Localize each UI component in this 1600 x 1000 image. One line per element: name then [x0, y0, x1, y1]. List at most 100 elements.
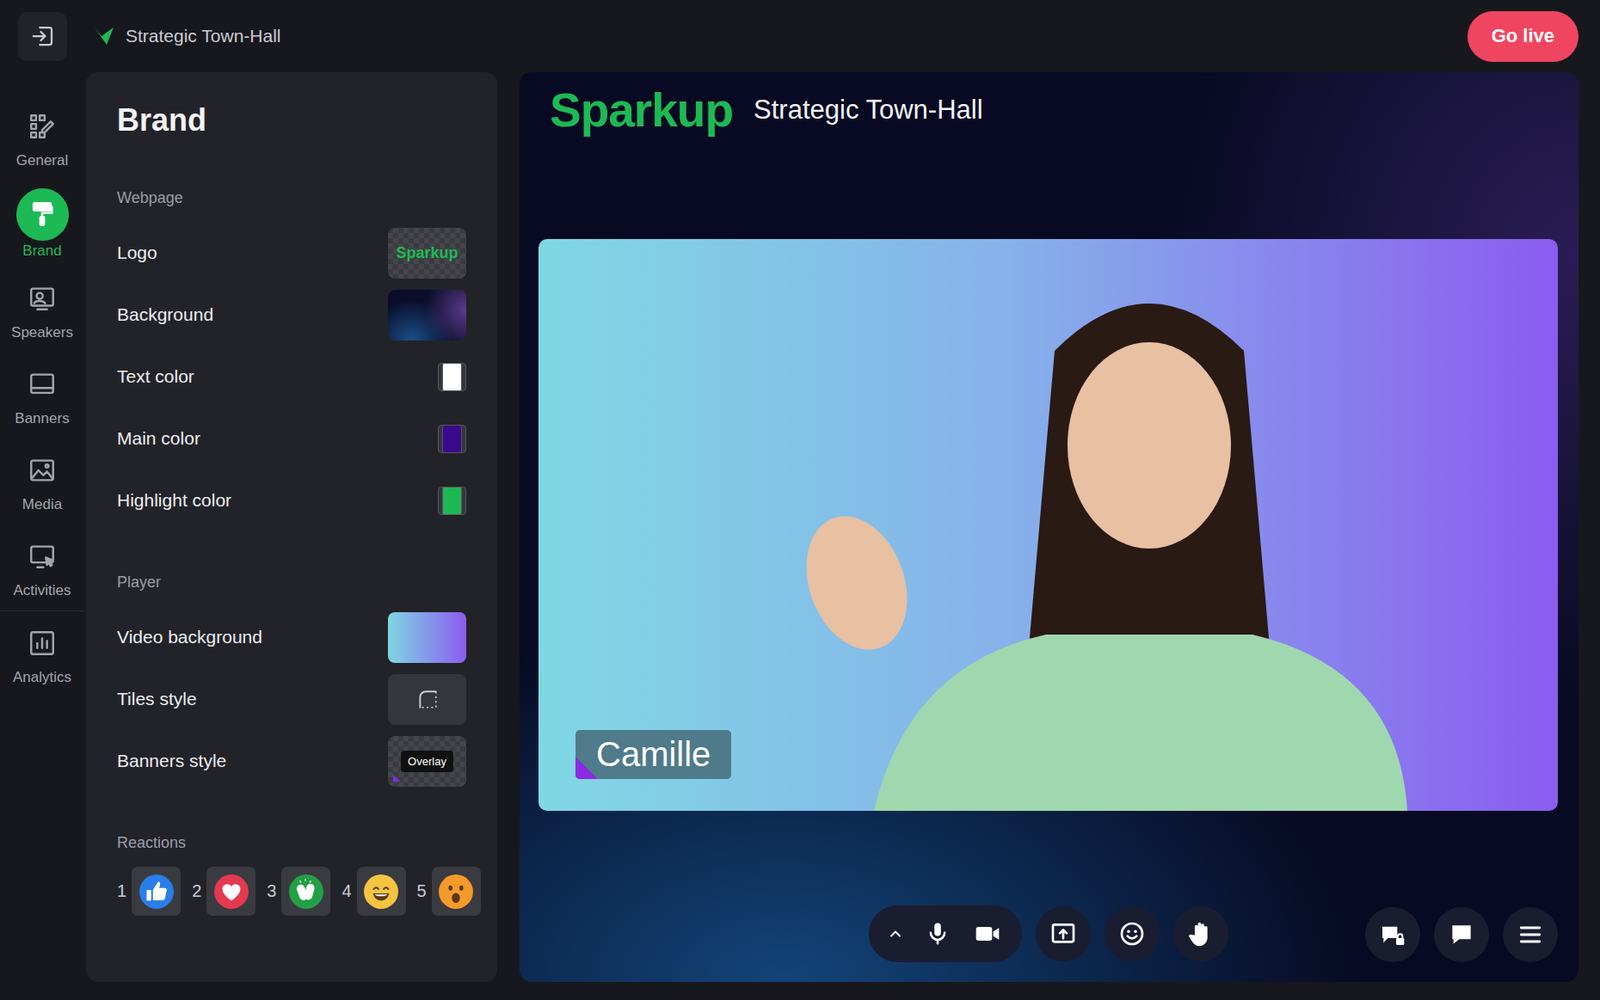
- reaction-tile[interactable]: [356, 867, 407, 917]
- brand-icon: [27, 199, 57, 229]
- go-live-button[interactable]: Go live: [1467, 11, 1579, 62]
- sidebar-item[interactable]: Media: [0, 438, 85, 525]
- setting-swatch[interactable]: Overlay: [387, 736, 467, 788]
- panel-title: Brand: [116, 101, 467, 139]
- menu-button[interactable]: [1502, 907, 1558, 963]
- reaction-tile[interactable]: [131, 867, 181, 917]
- speakers-icon: [27, 283, 57, 314]
- exit-icon: [30, 23, 56, 50]
- video-background-preview: [387, 612, 467, 664]
- reaction-item: 3: [266, 867, 331, 917]
- wow-icon: [437, 873, 474, 911]
- reaction-tile[interactable]: [281, 867, 331, 917]
- sidebar-item-label: Brand: [22, 242, 62, 260]
- sidebar-item-icon-wrap: [16, 535, 69, 578]
- sidebar-item-icon-wrap: [16, 277, 69, 320]
- settings-section: WebpageLogoSparkupBackgroundText colorMa…: [116, 188, 467, 532]
- brand-panel: BrandWebpageLogoSparkupBackgroundText co…: [86, 72, 498, 983]
- color-chip: [442, 486, 462, 516]
- setting-swatch[interactable]: [437, 424, 467, 454]
- setting-swatch[interactable]: [387, 612, 467, 664]
- setting-label: Text color: [116, 366, 195, 388]
- menu-icon: [1516, 921, 1545, 949]
- setting-label: Highlight color: [116, 490, 232, 511]
- reaction-tile[interactable]: [206, 867, 256, 917]
- exit-button[interactable]: [18, 12, 68, 62]
- video-tile: Camille: [538, 239, 1558, 812]
- camera-button[interactable]: [965, 911, 1010, 957]
- stage-title: Strategic Town-Hall: [753, 94, 983, 126]
- reactions-list: 12345: [116, 867, 467, 917]
- banners-icon: [27, 369, 57, 400]
- reaction-item: 4: [341, 867, 406, 917]
- private-chat-button[interactable]: [1365, 907, 1421, 963]
- sidebar-item[interactable]: Brand: [0, 180, 85, 267]
- setting-label: Logo: [116, 242, 158, 264]
- hand-icon: [1186, 919, 1216, 949]
- setting-label: Banners style: [116, 750, 227, 772]
- setting-row: Banners style Overlay: [116, 730, 467, 793]
- reaction-number: 4: [341, 881, 351, 902]
- stage-header: SparkupStrategic Town-Hall: [538, 84, 1558, 136]
- section-label: Reactions: [116, 833, 467, 853]
- sidebar-item-label: Speakers: [11, 324, 74, 342]
- control-center-group: [868, 905, 1229, 963]
- chevron-up-icon: [886, 925, 905, 943]
- setting-label: Main color: [116, 428, 201, 450]
- reaction-item: 5: [417, 867, 481, 917]
- setting-label: Video background: [116, 627, 263, 648]
- sidebar-item-icon-wrap: [16, 622, 69, 665]
- sidebar-item-icon-wrap: [16, 188, 69, 241]
- smiley-icon: [1118, 920, 1146, 948]
- chat-button[interactable]: [1433, 907, 1490, 963]
- speaker-name-tag: Camille: [575, 730, 732, 780]
- setting-label: Tiles style: [116, 689, 197, 710]
- microphone-icon: [924, 921, 951, 948]
- sidebar-item-icon-wrap: [16, 105, 69, 148]
- reaction-number: 1: [116, 881, 127, 902]
- reaction-tile[interactable]: [431, 867, 481, 917]
- sidebar-item[interactable]: Banners: [0, 352, 85, 439]
- sidebar-item[interactable]: General: [0, 94, 85, 181]
- reaction-item: 1: [116, 867, 181, 917]
- window-title: Strategic Town-Hall: [125, 25, 282, 47]
- setting-swatch[interactable]: [437, 363, 467, 392]
- sidebar-item[interactable]: Analytics: [0, 611, 85, 698]
- color-chip: [442, 424, 462, 454]
- setting-swatch[interactable]: Sparkup: [387, 227, 467, 279]
- raise-hand-button[interactable]: [1173, 906, 1229, 962]
- sidebar-item[interactable]: Activities: [0, 524, 85, 611]
- logo-mark-icon: [92, 25, 116, 47]
- analytics-icon: [27, 628, 57, 659]
- mic-button[interactable]: [915, 911, 960, 957]
- clap-icon: [288, 873, 325, 911]
- reaction-number: 3: [266, 881, 277, 902]
- settings-section: PlayerVideo backgroundTiles styleBanners…: [116, 572, 467, 793]
- activities-icon: [27, 541, 57, 572]
- thumbs-up-icon: [138, 873, 175, 911]
- speaker-video: [727, 264, 1416, 812]
- camera-icon: [973, 920, 1002, 948]
- reaction-number: 5: [417, 881, 427, 902]
- media-icon: [27, 455, 57, 486]
- reaction-item: 2: [191, 867, 256, 917]
- setting-swatch[interactable]: [387, 289, 467, 341]
- sidebar-item-label: Banners: [14, 410, 69, 428]
- setting-label: Background: [116, 304, 214, 326]
- share-screen-icon: [1049, 920, 1077, 948]
- expand-button[interactable]: [880, 911, 911, 957]
- sidebar-item-label: General: [16, 152, 68, 170]
- sidebar-item-icon-wrap: [16, 363, 69, 406]
- app: Strategic Town-Hall Go live General Brand Sp…: [0, 0, 1600, 1000]
- reactions-section: Reactions12345: [116, 833, 467, 917]
- share-screen-button[interactable]: [1035, 906, 1091, 962]
- logo-preview: Sparkup: [395, 244, 458, 263]
- setting-row: Text color: [116, 345, 467, 408]
- reactions-button[interactable]: [1104, 906, 1160, 962]
- sidebar-item-label: Analytics: [12, 669, 72, 687]
- sidebar-item[interactable]: Speakers: [0, 266, 85, 353]
- setting-swatch[interactable]: [437, 486, 467, 516]
- setting-row: Tiles style: [116, 668, 467, 731]
- control-bar: [538, 811, 1558, 963]
- setting-swatch[interactable]: [387, 674, 467, 726]
